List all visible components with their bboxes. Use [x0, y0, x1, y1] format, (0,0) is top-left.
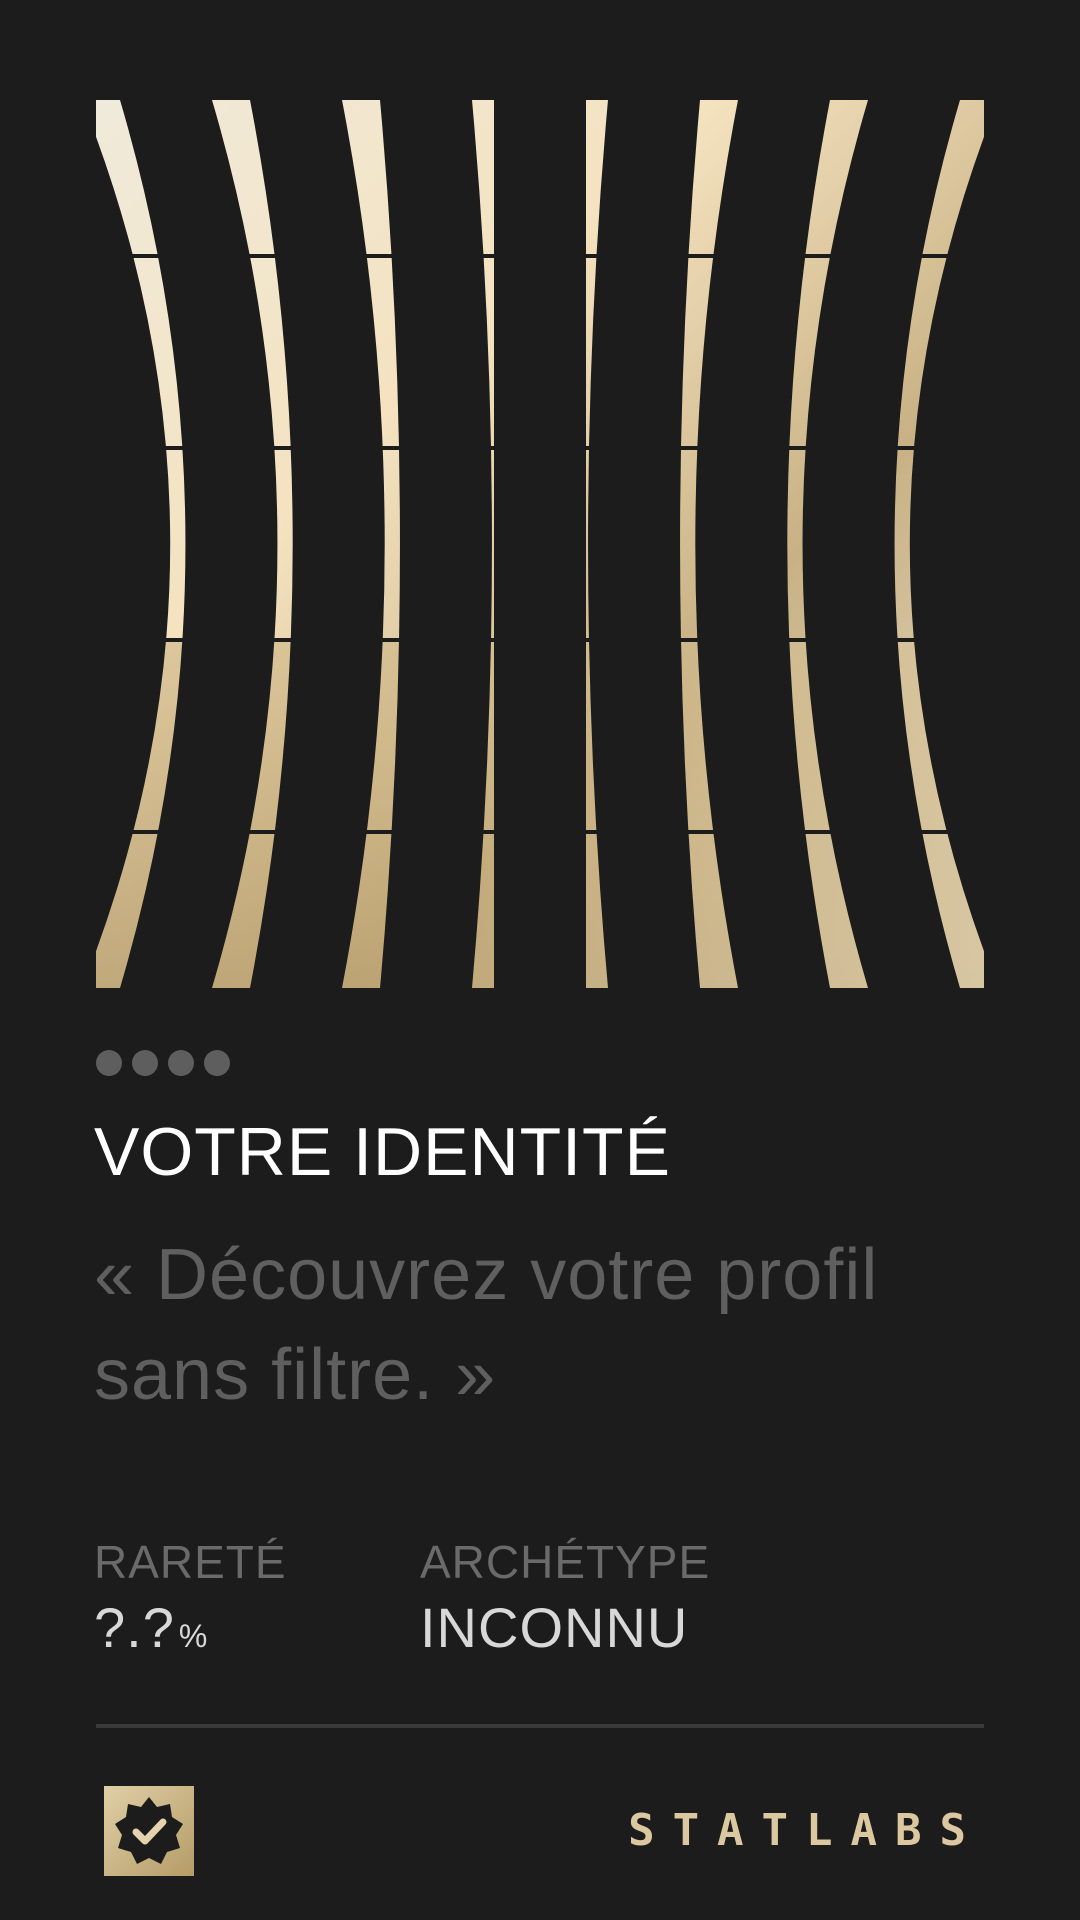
tagline-quote: « Découvrez votre profil sans filtre. » — [94, 1235, 879, 1415]
abstract-artwork — [96, 100, 984, 988]
progress-dot — [204, 1050, 230, 1076]
art-band — [96, 254, 984, 258]
divider — [96, 1724, 984, 1728]
archetype-value: INCONNU — [420, 1596, 689, 1659]
rarity-number: ?.? — [94, 1596, 175, 1659]
progress-dots — [96, 1050, 230, 1076]
progress-dot — [168, 1050, 194, 1076]
rarity-value: ?.?% — [94, 1592, 287, 1672]
page-title: VOTRE IDENTITÉ — [94, 1114, 671, 1190]
archetype-stat: ARCHÉTYPE INCONNU — [420, 1532, 710, 1664]
verified-badge-icon — [104, 1786, 194, 1876]
brand-logo: STATLABS — [628, 1805, 984, 1856]
rarity-label: RARETÉ — [94, 1536, 287, 1588]
progress-dot — [132, 1050, 158, 1076]
rarity-unit: % — [178, 1618, 209, 1654]
art-stripe — [494, 100, 586, 988]
progress-dot — [96, 1050, 122, 1076]
identity-card: VOTRE IDENTITÉ « Découvrez votre profil … — [0, 0, 1080, 1920]
rarity-stat: RARETÉ ?.?% — [94, 1532, 287, 1672]
archetype-label: ARCHÉTYPE — [420, 1536, 711, 1588]
art-band — [96, 638, 984, 642]
art-band — [96, 830, 984, 834]
art-band — [96, 446, 984, 450]
art-stripes — [96, 100, 984, 988]
